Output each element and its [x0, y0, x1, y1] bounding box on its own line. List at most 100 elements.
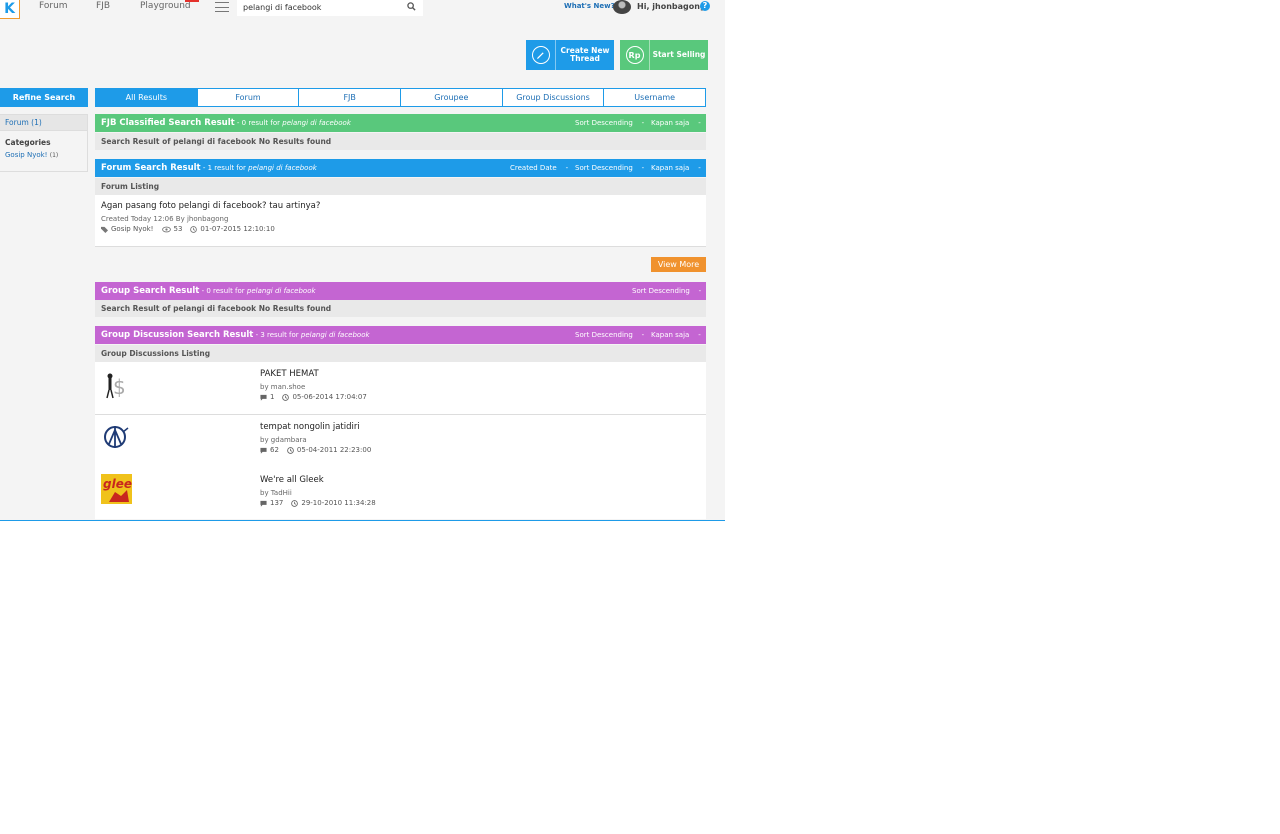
thread-tag[interactable]: Gosip Nyok!	[111, 225, 154, 233]
discussion-title[interactable]: tempat nongolin jatidiri	[260, 422, 360, 432]
rupiah-icon: Rp	[625, 46, 644, 64]
clock-icon	[282, 393, 290, 401]
thread-views: 53	[173, 225, 183, 233]
group-thumbnail-paket[interactable]: $	[101, 370, 131, 400]
refine-search-button[interactable]: Refine Search	[0, 88, 88, 107]
group-section-header: Group Search Result - 0 result for pelan…	[95, 282, 706, 300]
tag-icon	[101, 226, 108, 233]
forum-thread-row[interactable]: Agan pasang foto pelangi di facebook? ta…	[95, 195, 706, 246]
result-count: - 3 result for	[253, 331, 301, 339]
section-title: Group Discussion Search Result	[101, 330, 254, 340]
fjb-section-header: FJB Classified Search Result - 0 result …	[95, 114, 706, 132]
discussion-author[interactable]: by gdambara	[260, 436, 307, 444]
reply-count: 1	[270, 393, 275, 401]
pencil-icon	[531, 46, 550, 64]
nav-playground-link[interactable]: Playground	[140, 0, 191, 14]
create-thread-label: Create New Thread	[560, 46, 610, 63]
user-avatar[interactable]	[613, 0, 631, 14]
search-box	[237, 0, 423, 16]
discussion-stats: 1 05-06-2014 17:04:07	[260, 393, 367, 401]
sort-dropdown[interactable]: Sort Descending -	[632, 282, 701, 300]
nav-forum-link[interactable]: Forum	[39, 0, 68, 14]
glee-logo-text: glee	[103, 477, 132, 491]
start-selling-label: Start Selling	[652, 50, 706, 59]
result-query: pelangi di facebook	[248, 164, 317, 172]
discussion-author[interactable]: by man.shoe	[260, 383, 305, 391]
discussion-title[interactable]: We're all Gleek	[260, 475, 324, 485]
sort-dropdown[interactable]: Sort Descending -	[575, 159, 644, 177]
start-selling-button[interactable]: Rp Start Selling	[620, 40, 708, 70]
thread-stats: Gosip Nyok! 53 01-07-2015 12:10:10	[101, 225, 275, 233]
section-title: Group Search Result	[101, 286, 200, 296]
list-item[interactable]: glee We're all Gleek by TadHii 137 29-10…	[95, 467, 706, 519]
view-more-button[interactable]: View More	[651, 257, 706, 272]
time-dropdown[interactable]: Kapan saja -	[651, 326, 701, 344]
eye-icon	[161, 226, 171, 232]
comment-icon	[260, 500, 267, 507]
group-thumbnail-jatidiri[interactable]	[101, 422, 131, 452]
categories-heading: Categories	[5, 138, 51, 147]
clock-icon	[287, 446, 294, 454]
thread-title[interactable]: Agan pasang foto pelangi di facebook? ta…	[101, 201, 320, 211]
clock-icon	[291, 499, 299, 507]
nav-fjb-link[interactable]: FJB	[96, 0, 110, 14]
result-count: - 0 result for	[199, 287, 247, 295]
whats-new-link[interactable]: What's New?	[564, 2, 615, 10]
forum-section-header: Forum Search Result - 1 result for pelan…	[95, 159, 706, 177]
clock-icon	[190, 225, 198, 233]
discussion-stats: 62 05-04-2011 22:23:00	[260, 446, 371, 454]
group-discussion-section-header: Group Discussion Search Result - 3 resul…	[95, 326, 706, 344]
discussion-author[interactable]: by TadHii	[260, 489, 292, 497]
section-title: Forum Search Result	[101, 163, 201, 173]
result-query: pelangi di facebook	[300, 331, 370, 339]
help-icon[interactable]: ?	[700, 1, 710, 11]
list-item[interactable]: $ PAKET HEMAT by man.shoe 1 05-06-2014 1…	[95, 362, 706, 414]
tab-all-results[interactable]: All Results	[96, 89, 198, 106]
create-thread-button[interactable]: Create New Thread	[526, 40, 614, 70]
tab-groupee[interactable]: Groupee	[401, 89, 503, 106]
svg-text:$: $	[113, 375, 126, 399]
tab-forum[interactable]: Forum	[198, 89, 300, 106]
result-query: pelangi di facebook	[246, 287, 316, 295]
search-icon[interactable]	[407, 2, 416, 11]
kaskus-logo[interactable]: K	[0, 0, 20, 19]
result-tabs: All Results Forum FJB Groupee Group Disc…	[95, 88, 706, 107]
time-dropdown[interactable]: Kapan saja -	[651, 114, 701, 132]
divider	[95, 246, 706, 247]
group-discussions-listing-label: Group Discussions Listing	[95, 345, 706, 362]
sidebar-item-forum[interactable]: Forum (1)	[0, 114, 87, 131]
discussion-date: 05-06-2014 17:04:07	[292, 393, 367, 401]
user-greeting[interactable]: Hi, jhonbagong	[637, 2, 706, 11]
group-empty-message: Search Result of pelangi di facebook No …	[95, 300, 706, 317]
thread-date: 01-07-2015 12:10:10	[200, 225, 275, 233]
reply-count: 137	[270, 499, 284, 507]
list-item[interactable]: tempat nongolin jatidiri by gdambara 62 …	[95, 415, 706, 467]
logo-glyph: K	[4, 1, 15, 17]
reply-count: 62	[270, 446, 279, 454]
tab-fjb[interactable]: FJB	[299, 89, 402, 106]
tab-username[interactable]: Username	[604, 89, 705, 106]
group-thumbnail-glee[interactable]: glee	[101, 474, 132, 504]
sidebar-category-gosip[interactable]: Gosip Nyok! (1)	[5, 151, 58, 159]
hamburger-menu-icon[interactable]	[215, 1, 229, 13]
discussion-title[interactable]: PAKET HEMAT	[260, 369, 319, 379]
result-query: pelangi di facebook	[282, 119, 351, 127]
category-count: (1)	[49, 152, 59, 159]
refine-sidebar: Forum (1) Categories Gosip Nyok! (1)	[0, 114, 88, 172]
discussion-stats: 137 29-10-2010 11:34:28	[260, 499, 376, 507]
sort-dropdown[interactable]: Sort Descending -	[575, 114, 644, 132]
section-title: FJB Classified Search Result	[101, 118, 235, 128]
sort-dropdown[interactable]: Sort Descending -	[575, 326, 644, 344]
result-count: - 1 result for	[200, 164, 249, 172]
discussion-date: 29-10-2010 11:34:28	[301, 499, 376, 507]
created-date-dropdown[interactable]: Created Date -	[510, 159, 568, 177]
fjb-empty-message: Search Result of pelangi di facebook No …	[95, 133, 706, 150]
time-dropdown[interactable]: Kapan saja -	[651, 159, 701, 177]
tab-group-discussions[interactable]: Group Discussions	[503, 89, 605, 106]
search-input[interactable]	[243, 1, 403, 13]
comment-icon	[260, 394, 267, 401]
thread-created: Created Today 12:06 By jhonbagong	[101, 215, 229, 223]
top-navbar: K Forum FJB Playground What's New? Hi, j…	[0, 0, 725, 20]
discussion-date: 05-04-2011 22:23:00	[296, 446, 372, 454]
playground-new-flag	[185, 0, 199, 2]
